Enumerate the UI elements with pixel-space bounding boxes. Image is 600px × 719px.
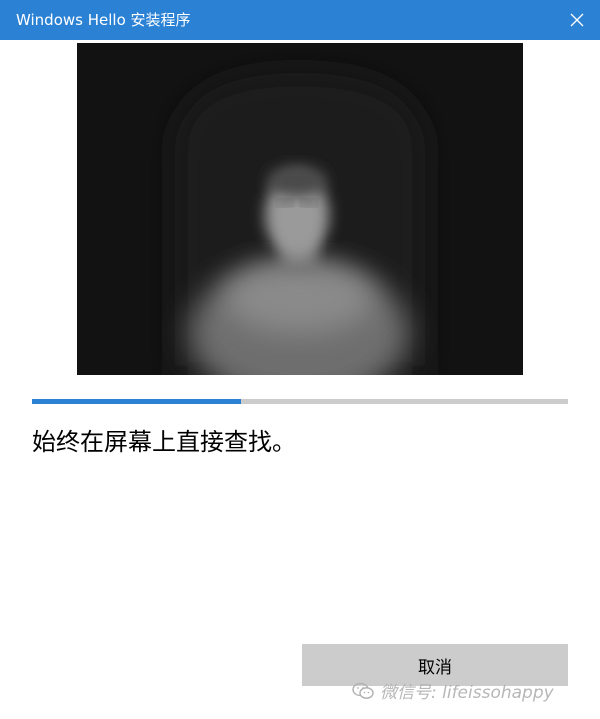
instruction-text: 始终在屏幕上直接查找。 bbox=[32, 428, 296, 456]
progress-fill bbox=[32, 399, 242, 404]
close-icon bbox=[570, 13, 584, 27]
window-title: Windows Hello 安装程序 bbox=[16, 11, 191, 29]
cancel-button[interactable]: 取消 bbox=[302, 644, 568, 686]
close-button[interactable] bbox=[554, 0, 600, 40]
title-bar: Windows Hello 安装程序 bbox=[0, 0, 600, 40]
progress-bar bbox=[32, 399, 568, 404]
camera-preview bbox=[77, 43, 523, 375]
